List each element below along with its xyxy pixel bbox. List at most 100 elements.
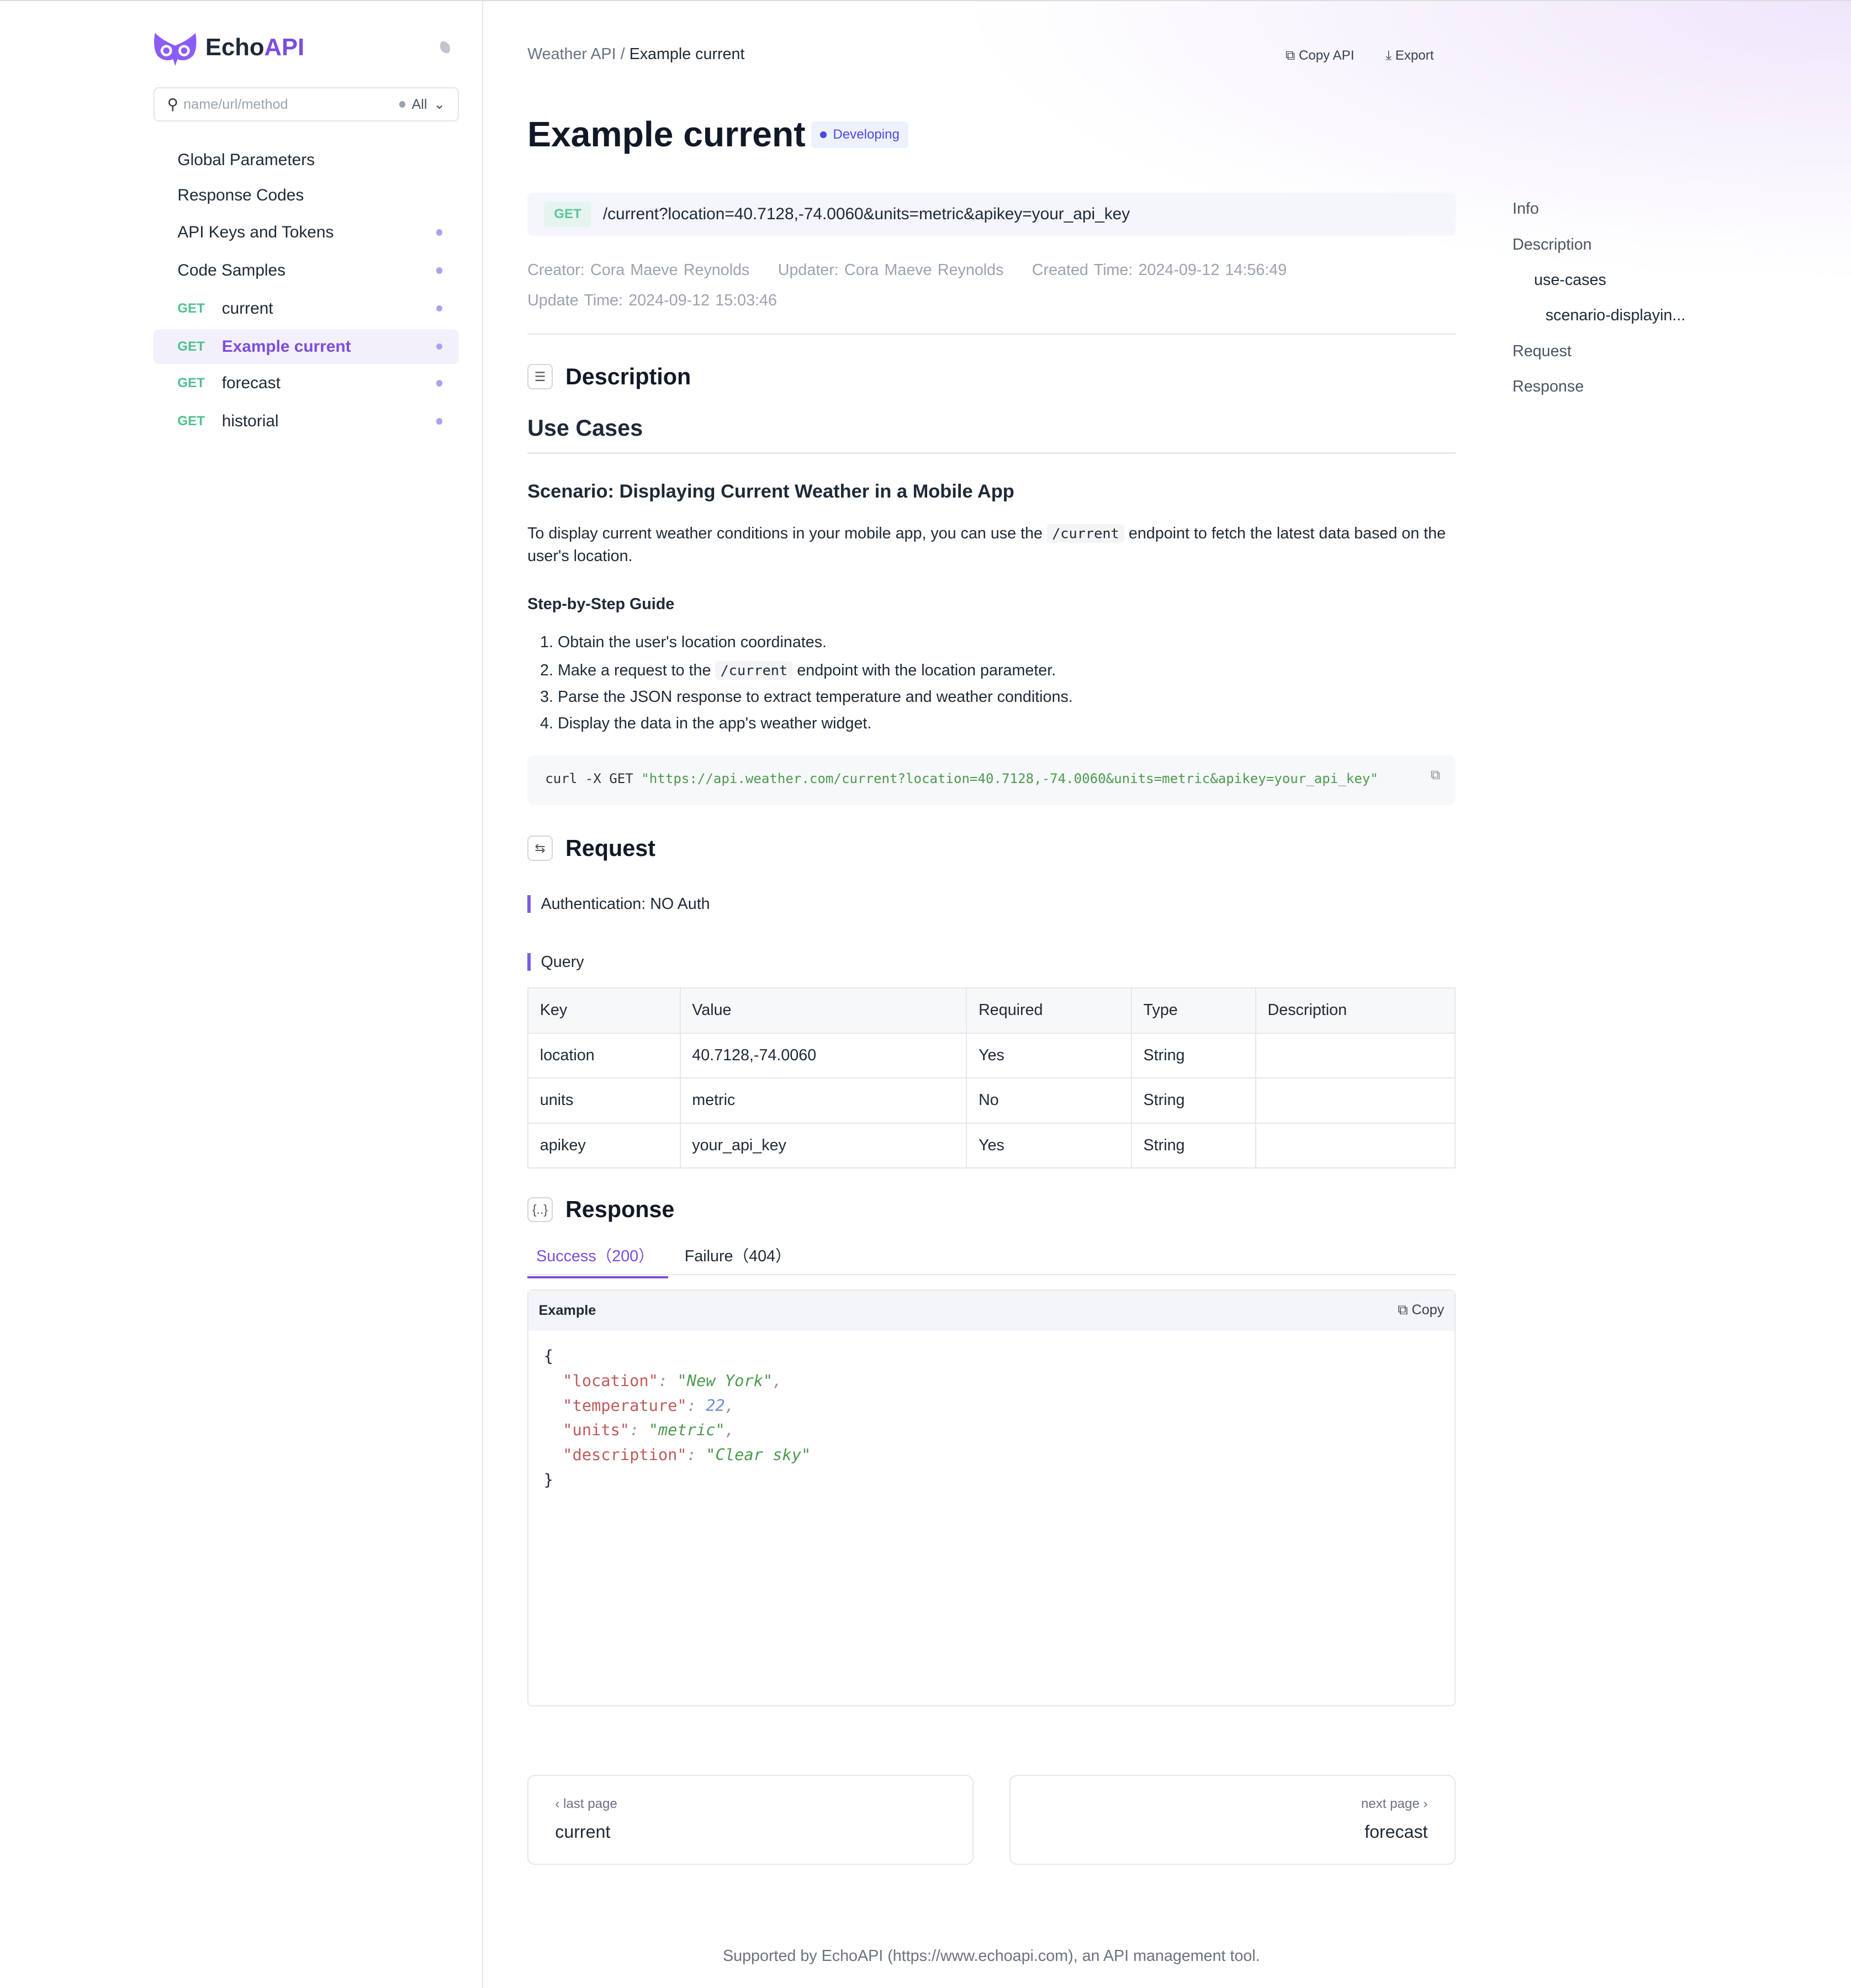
sidebar-item-historial[interactable]: GET historial	[154, 404, 459, 438]
curl-url: "https://api.weather.com/current?locatio…	[641, 770, 1378, 786]
auth-value: NO Auth	[650, 895, 710, 913]
cell	[1255, 1122, 1456, 1169]
toc-request[interactable]: Request	[1512, 342, 1572, 361]
sidebar-item-global-parameters[interactable]: Global Parameters	[154, 143, 459, 177]
sidebar-item-forecast[interactable]: GET forecast	[154, 366, 459, 400]
page-title: Example current	[527, 114, 806, 155]
inline-code: /current	[715, 661, 793, 680]
status-dot	[436, 267, 443, 274]
curl-code-block: curl -X GET "https://api.weather.com/cur…	[527, 755, 1456, 805]
cell: String	[1130, 1032, 1256, 1079]
logo-accent: API	[264, 34, 305, 61]
creator: Creator: Cora Maeve Reynolds	[527, 261, 750, 279]
next-page-title: forecast	[1365, 1822, 1428, 1842]
copy-button[interactable]: ⧉ Copy	[1398, 1302, 1444, 1319]
curl-command: curl -X GET	[545, 770, 642, 786]
copy-icon[interactable]: ⧉	[1431, 767, 1440, 782]
cell	[1255, 1032, 1456, 1079]
json-value: 22	[706, 1395, 725, 1415]
sidebar-item-example-current[interactable]: GET Example current	[153, 329, 459, 364]
json-value: "Clear sky"	[706, 1445, 811, 1464]
cell: No	[966, 1077, 1132, 1124]
status-badge: Developing	[811, 121, 908, 149]
meta-line: Creator: Cora Maeve Reynolds Updater: Co…	[527, 261, 1287, 279]
next-label: next page ›	[1361, 1796, 1428, 1811]
search-input[interactable]: ⚲ name/url/method All ⌄	[153, 87, 459, 122]
breadcrumb: Weather API / Example current	[527, 45, 744, 64]
theme-toggle-moon-icon[interactable]	[436, 41, 451, 56]
col-value: Value	[679, 987, 967, 1034]
copy-icon: ⧉	[1286, 47, 1295, 63]
updater: Updater: Cora Maeve Reynolds	[778, 261, 1004, 279]
col-description: Description	[1255, 987, 1456, 1034]
method-filter-select[interactable]: All ⌄	[399, 96, 445, 113]
sidebar-item-code-samples[interactable]: Code Samples	[154, 253, 459, 288]
request-heading: ⇆ Request	[527, 836, 655, 861]
cell: units	[527, 1077, 681, 1124]
inline-code: /current	[1046, 524, 1124, 543]
toc-use-cases[interactable]: use-cases	[1534, 271, 1606, 289]
prev-page-title: current	[555, 1822, 611, 1842]
table-header-row: Key Value Required Type Description	[527, 987, 1456, 1034]
braces-icon: {..}	[527, 1197, 553, 1223]
heading-text: Description	[565, 363, 691, 389]
col-type: Type	[1130, 987, 1256, 1034]
page: EchoAPI ⚲ name/url/method All ⌄ Global Pa…	[0, 0, 1851, 1988]
created-time: Created Time: 2024-09-12 14:56:49	[1032, 261, 1287, 279]
status-dot	[436, 418, 443, 425]
nav-label: historial	[221, 412, 279, 431]
col-required: Required	[966, 987, 1132, 1034]
toc-description[interactable]: Description	[1512, 236, 1592, 254]
heading-text: Response	[565, 1197, 675, 1223]
cell: your_api_key	[679, 1122, 967, 1169]
query-label: Query	[527, 953, 584, 971]
breadcrumb-parent[interactable]: Weather API	[527, 45, 616, 63]
nav-label: Response Codes	[177, 186, 304, 205]
logo[interactable]: EchoAPI	[152, 30, 305, 66]
breadcrumb-current: Example current	[629, 45, 745, 64]
json-value: "metric"	[648, 1420, 725, 1440]
brace: {	[543, 1346, 553, 1366]
description-heading: ☰ Description	[527, 364, 691, 390]
prev-page-link[interactable]: ‹ last page current	[527, 1774, 974, 1865]
cell: Yes	[966, 1122, 1132, 1169]
example-header: Example ⧉ Copy	[528, 1290, 1455, 1331]
toc-info[interactable]: Info	[1512, 200, 1539, 218]
step-text: endpoint with the location parameter.	[792, 661, 1056, 679]
json-key: "units"	[563, 1420, 630, 1440]
toc-response[interactable]: Response	[1512, 378, 1584, 396]
status-text: Developing	[833, 127, 900, 142]
json-line: "units": "metric",	[563, 1420, 735, 1440]
use-cases-heading: Use Cases	[527, 415, 643, 441]
json-line: "description": "Clear sky"	[563, 1445, 811, 1464]
tab-failure[interactable]: Failure（404）	[685, 1244, 791, 1266]
json-value: "New York"	[677, 1371, 773, 1390]
tab-success[interactable]: Success（200）	[527, 1244, 668, 1279]
endpoint-bar: GET/current?location=40.7128,-74.0060&un…	[527, 192, 1456, 236]
download-icon: ⤓	[1385, 47, 1392, 63]
step-item: 4. Display the data in the app's weather…	[540, 714, 872, 732]
prev-label: ‹ last page	[555, 1796, 617, 1811]
sidebar-item-api-keys[interactable]: API Keys and Tokens	[154, 215, 459, 250]
sidebar-item-response-codes[interactable]: Response Codes	[154, 178, 459, 213]
divider	[527, 452, 1456, 454]
export-button[interactable]: ⤓ Export	[1385, 48, 1434, 64]
cell	[1255, 1077, 1456, 1124]
cell: Yes	[966, 1032, 1132, 1079]
endpoint-url: /current?location=40.7128,-74.0060&units…	[602, 204, 1130, 223]
toc-scenario[interactable]: scenario-displayin...	[1546, 306, 1686, 325]
auth-line: Authentication: NO Auth	[527, 895, 710, 913]
divider	[527, 333, 1456, 335]
copy-api-button[interactable]: ⧉ Copy API	[1286, 48, 1354, 64]
status-dot	[436, 343, 443, 350]
sliders-icon: ⇆	[527, 836, 553, 861]
breadcrumb-separator: /	[620, 45, 625, 64]
prev-label-text: last page	[563, 1796, 617, 1811]
nav-label: API Keys and Tokens	[177, 223, 334, 241]
response-heading: {..} Response	[527, 1197, 674, 1223]
sidebar: EchoAPI ⚲ name/url/method All ⌄ Global Pa…	[0, 1, 483, 1988]
next-page-link[interactable]: next page › forecast	[1009, 1774, 1456, 1865]
json-body: { "location": "New York", "temperature":…	[528, 1331, 1455, 1505]
response-example: Example ⧉ Copy { "location": "New York", …	[527, 1289, 1456, 1706]
sidebar-item-current[interactable]: GET current	[154, 292, 459, 326]
